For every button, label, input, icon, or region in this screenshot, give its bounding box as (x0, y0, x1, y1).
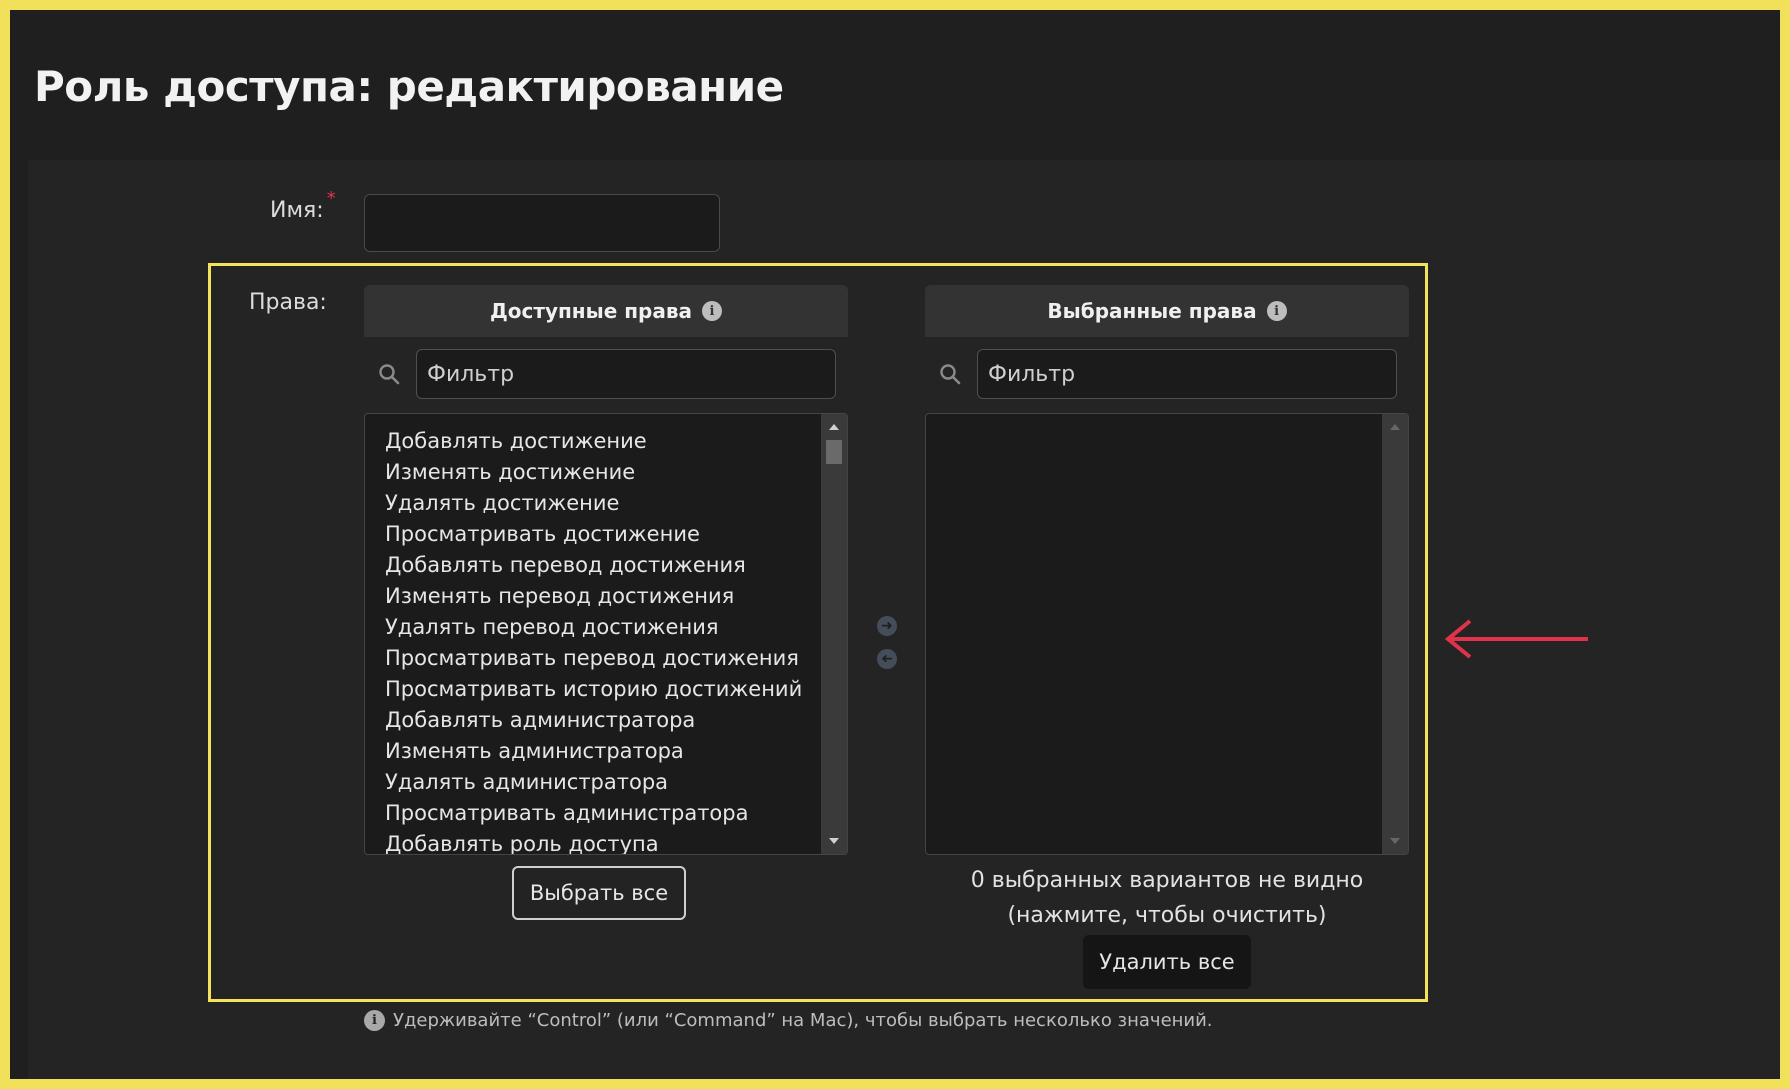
chosen-scrollbar[interactable] (1382, 414, 1408, 854)
info-icon[interactable]: i (1266, 301, 1287, 321)
list-item[interactable]: Просматривать достижение (385, 519, 802, 550)
info-icon: i (364, 1010, 385, 1031)
name-label: Имя: * (270, 188, 336, 223)
list-item[interactable]: Просматривать историю достижений (385, 674, 802, 705)
help-text: Удерживайте “Control” (или “Command” на … (393, 1010, 1213, 1031)
scroll-up-icon[interactable] (1390, 424, 1400, 430)
info-icon[interactable]: i (702, 301, 723, 321)
arrow-right-icon[interactable]: ➜ (877, 616, 897, 636)
name-field[interactable] (364, 194, 720, 252)
annotation-arrow-icon (1444, 619, 1588, 659)
available-header: Доступные права i (364, 285, 848, 337)
arrow-left-icon[interactable]: ➜ (877, 649, 897, 669)
list-item[interactable]: Просматривать перевод достижения (385, 643, 802, 674)
chosen-filter-row (925, 349, 1409, 401)
hidden-selections-message[interactable]: 0 выбранных вариантов не видно (нажмите,… (925, 863, 1409, 933)
scroll-down-icon[interactable] (1390, 838, 1400, 844)
list-item[interactable]: Просматривать администратора (385, 798, 802, 829)
list-item[interactable]: Добавлять роль доступа (385, 829, 802, 854)
choose-all-button[interactable]: Выбрать все (512, 866, 686, 920)
list-item[interactable]: Удалять администратора (385, 767, 802, 798)
scroll-down-icon[interactable] (829, 838, 839, 844)
page-title: Роль доступа: редактирование (34, 62, 784, 111)
list-item[interactable]: Удалять перевод достижения (385, 612, 802, 643)
help-row: i Удерживайте “Control” (или “Command” н… (364, 1010, 1213, 1031)
list-item[interactable]: Удалять достижение (385, 488, 802, 519)
required-mark: * (326, 188, 336, 209)
available-scrollbar[interactable] (821, 414, 847, 854)
remove-all-button[interactable]: Удалить все (1083, 935, 1251, 989)
available-options: Добавлять достижение Изменять достижение У… (385, 426, 802, 854)
list-item[interactable]: Изменять администратора (385, 736, 802, 767)
chosen-filter-input[interactable] (977, 349, 1397, 399)
scroll-up-icon[interactable] (829, 424, 839, 430)
chosen-header-title: Выбранные права (1047, 299, 1257, 323)
available-filter-row (364, 349, 848, 401)
chosen-permissions-list[interactable] (925, 413, 1409, 855)
list-item[interactable]: Добавлять администратора (385, 705, 802, 736)
list-item[interactable]: Изменять достижение (385, 457, 802, 488)
list-item[interactable]: Добавлять перевод достижения (385, 550, 802, 581)
available-header-title: Доступные права (489, 299, 693, 323)
search-icon (940, 364, 961, 385)
list-item[interactable]: Добавлять достижение (385, 426, 802, 457)
available-permissions-list[interactable]: Добавлять достижение Изменять достижение У… (364, 413, 848, 855)
permissions-label: Права: (249, 290, 327, 315)
chosen-header: Выбранные права i (925, 285, 1409, 337)
list-item[interactable]: Изменять перевод достижения (385, 581, 802, 612)
scroll-thumb[interactable] (826, 440, 842, 464)
available-filter-input[interactable] (416, 349, 836, 399)
app-frame: Роль доступа: редактирование Имя: * Прав… (10, 10, 1780, 1079)
name-label-text: Имя: (270, 198, 324, 223)
search-icon (379, 364, 400, 385)
